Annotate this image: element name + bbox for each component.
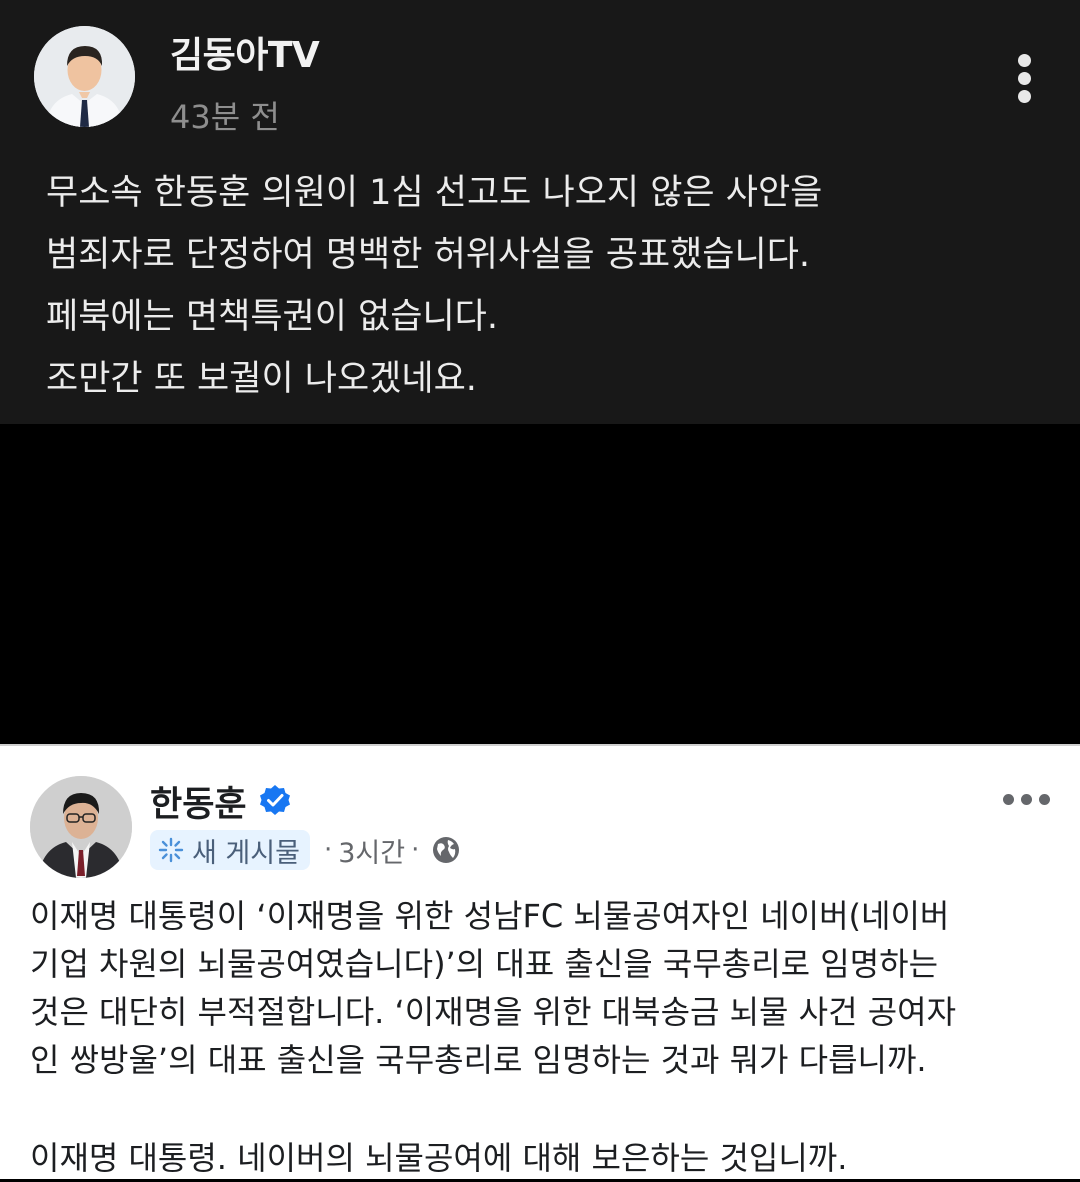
post-line: 무소속 한동훈 의원이 1심 선고도 나오지 않은 사안을 [46,173,823,213]
avatar[interactable] [34,26,135,127]
separator: · [323,835,333,865]
author-name[interactable]: 김동아TV [170,26,320,78]
post-time: 43분 전 [170,98,280,136]
post-line: 이재명 대통령이 ‘이재명을 위한 성남FC 뇌물공여자인 네이버(네이버 [30,897,950,935]
post-line: 범죄자로 단정하여 명백한 허위사실을 공표했습니다. [46,235,811,275]
verified-badge-icon [260,785,290,815]
separator: · [411,835,420,865]
post-line: 이재명 대통령. 네이버의 뇌물공여에 대해 보은하는 것입니까. [30,1139,848,1177]
post-line: 것은 대단히 부적절합니다. ‘이재명을 위한 대북송금 뇌물 사건 공여자 [30,993,957,1031]
avatar[interactable] [30,776,132,878]
post-line: 기업 차원의 뇌물공여였습니다)’의 대표 출신을 국무총리로 임명하는 [30,945,939,983]
badge-label: 새 게시물 [192,837,300,869]
avatar-photo [30,776,132,878]
post-meta: 새 게시물 · 3시간 · [150,830,461,870]
post-time[interactable]: 3시간 [338,831,405,870]
more-horizontal-icon[interactable] [1000,794,1050,808]
post-body: 이재명 대통령이 ‘이재명을 위한 성남FC 뇌물공여자인 네이버(네이버 기업… [30,892,1060,1182]
post-line: 조만간 또 보궐이 나오겠네요. [46,359,477,399]
facebook-post: 한동훈 새 게시물 · 3시간 · 이재명 대통령이 ‘이재명을 위한 성남FC… [0,744,1080,1179]
post-line: 인 쌍방울’의 대표 출신을 국무총리로 임명하는 것과 뭐가 다릅니까. [30,1041,927,1079]
post-body: 무소속 한동훈 의원이 1심 선고도 나오지 않은 사안을 범죄자로 단정하여 … [46,162,1046,410]
more-vertical-icon[interactable] [1004,50,1044,106]
post-line: 페북에는 면책특권이 없습니다. [46,297,498,337]
author-name[interactable]: 한동훈 [150,776,247,827]
new-post-badge: 새 게시물 [150,830,310,870]
top-post: 김동아TV 43분 전 무소속 한동훈 의원이 1심 선고도 나오지 않은 사안… [0,0,1080,424]
avatar-photo [34,26,135,127]
black-gap [0,424,1080,744]
globe-icon [433,837,460,863]
sparkle-icon [158,837,184,863]
